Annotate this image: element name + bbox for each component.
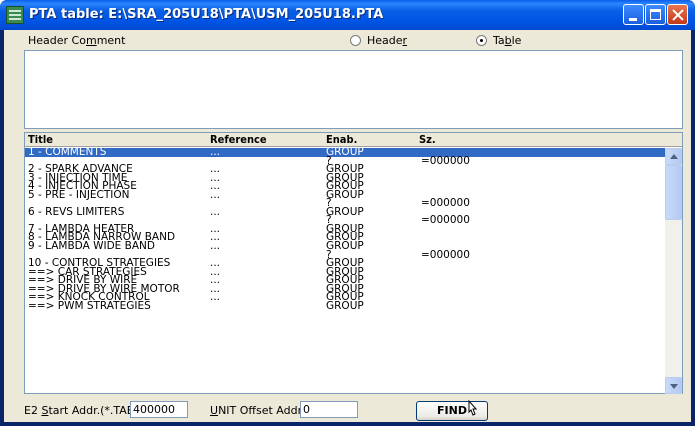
table-row[interactable]: 6 - REVS LIMITERS... GROUP [25,207,665,218]
table-row[interactable]: 1 - COMMENTS... GROUP [25,148,665,157]
column-header-reference[interactable]: Reference [210,133,267,147]
unit-offset-addr-label: UNIT Offset Addr. [210,404,305,417]
scroll-down-button[interactable] [665,377,682,394]
header-comment-textarea[interactable] [24,50,683,129]
table-row[interactable]: 9 - LAMBDA WIDE BAND... GROUP [25,241,665,252]
column-header-title[interactable]: Title [28,133,53,147]
radio-table-label: Table [493,34,522,47]
window-title: PTA table: E:\SRA_205U18\PTA\USM_205U18.… [29,7,384,22]
e2-start-addr-input[interactable] [130,401,188,418]
header-comment-row: Header Comment Header Table [4,30,691,50]
pta-table-window: PTA table: E:\SRA_205U18\PTA\USM_205U18.… [0,0,695,426]
e2-start-addr-label: E2 Start Addr.(*.TAB) [24,404,139,417]
radio-header-label: Header [367,34,408,47]
column-header-sz[interactable]: Sz. [419,133,436,147]
radio-table-dot[interactable] [476,35,487,46]
mouse-cursor-icon [468,400,478,416]
column-header-enab[interactable]: Enab. [326,133,357,147]
radio-header[interactable]: Header [350,34,407,47]
table-header: Title Reference Enab. Sz. [25,133,682,147]
dialog-client-area: Header Comment Header Table Title Refere… [4,30,691,422]
pta-table-list[interactable]: Title Reference Enab. Sz. 1 - COMMENTS..… [24,132,683,394]
row-enab: GROUP [326,299,364,312]
maximize-button[interactable] [645,4,666,25]
table-row[interactable]: 5 - PRE - INJECTION... GROUP [25,189,665,200]
minimize-button[interactable] [623,4,644,25]
close-button[interactable] [667,4,688,25]
title-bar[interactable]: PTA table: E:\SRA_205U18\PTA\USM_205U18.… [0,0,695,30]
header-comment-label: Header Comment [28,34,126,47]
unit-offset-addr-input[interactable] [300,401,358,418]
radio-header-dot[interactable] [350,35,361,46]
app-icon [6,6,24,24]
table-body: 1 - COMMENTS... GROUP? =000000 2 - SPARK AD… [25,148,665,394]
address-footer: E2 Start Addr.(*.TAB) UNIT Offset Addr. … [4,398,691,422]
table-row[interactable]: ==> PWM STRATEGIES GROUP [25,299,665,312]
radio-table[interactable]: Table [476,34,521,47]
row-title: ==> PWM STRATEGIES [28,299,151,312]
vertical-scrollbar[interactable] [665,148,682,394]
scroll-up-button[interactable] [665,148,682,165]
scroll-thumb[interactable] [665,165,682,220]
